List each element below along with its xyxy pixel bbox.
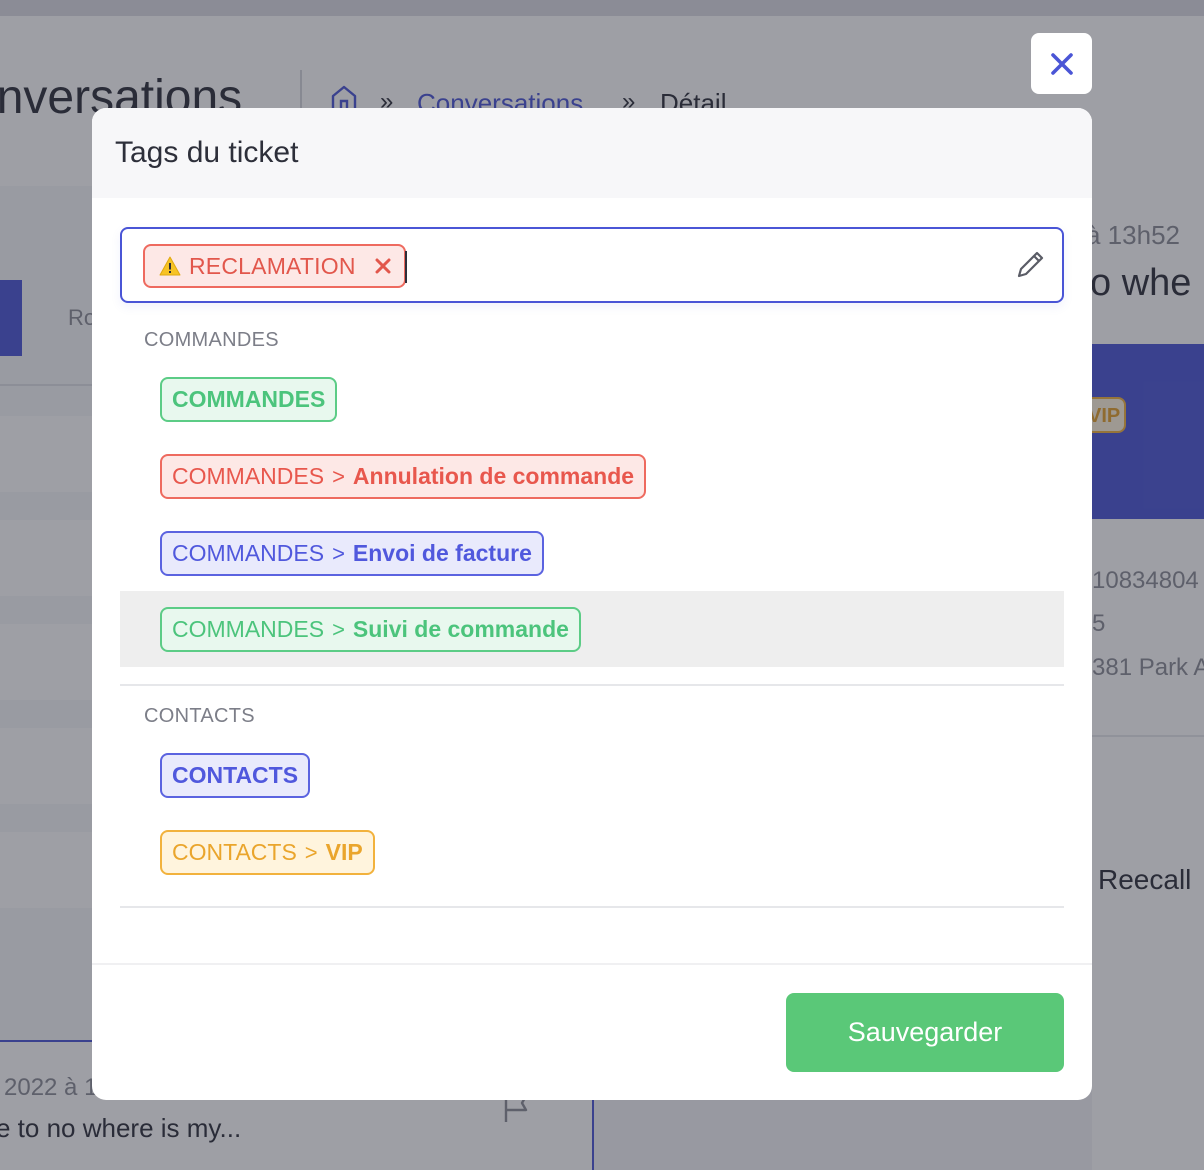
text-caret [405,251,407,283]
option-envoi-de-facture[interactable]: COMMANDES > Envoi de facture [120,515,1064,591]
tags-modal: Tags du ticket RECLAMATION COMMANDES COM… [92,108,1092,1100]
option-vip[interactable]: CONTACTS > VIP [120,814,1064,890]
tag-root: CONTACTS [172,762,299,788]
tag-chip-annulation-de-commande[interactable]: COMMANDES > Annulation de commande [160,454,647,499]
option-commandes[interactable]: COMMANDES [120,361,1064,437]
tag-chip-vip[interactable]: CONTACTS > VIP [160,830,375,875]
selected-tag-label: RECLAMATION [189,252,356,279]
footer-divider [92,963,1092,965]
chevron-right-icon: > [332,540,345,566]
tag-root: COMMANDES [172,540,325,566]
group-divider [120,906,1064,908]
close-modal-button[interactable] [1031,33,1092,94]
tag-chip-commandes[interactable]: COMMANDES [160,377,338,422]
tag-root: CONTACTS [172,839,297,865]
tag-root: COMMANDES [172,386,326,412]
modal-title: Tags du ticket [115,136,299,169]
tag-chip-contacts[interactable]: CONTACTS [160,753,311,798]
tag-child: Annulation de commande [352,463,635,489]
pencil-icon[interactable] [1014,247,1048,281]
tag-child: Suivi de commande [352,616,569,642]
group-label-contacts: CONTACTS [144,705,255,727]
save-button[interactable]: Sauvegarder [786,993,1064,1072]
option-suivi-de-commande[interactable]: COMMANDES > Suivi de commande [120,591,1064,667]
tag-search-input[interactable]: RECLAMATION [120,227,1064,303]
tag-chip-suivi-de-commande[interactable]: COMMANDES > Suivi de commande [160,607,581,652]
option-annulation-de-commande[interactable]: COMMANDES > Annulation de commande [120,438,1064,514]
modal-header: Tags du ticket [92,108,1092,198]
group-label-commandes: COMMANDES [144,329,279,351]
group-divider [120,684,1064,686]
option-contacts[interactable]: CONTACTS [120,737,1064,813]
tag-child: VIP [325,839,363,865]
warning-icon [159,256,181,276]
tag-child: Envoi de facture [352,540,532,566]
tag-root: COMMANDES [172,463,325,489]
tag-root: COMMANDES [172,616,325,642]
chevron-right-icon: > [332,463,345,489]
chevron-right-icon: > [332,616,345,642]
remove-tag-icon[interactable] [374,257,392,275]
selected-tag-chip: RECLAMATION [143,244,406,288]
close-icon [1050,52,1073,75]
chevron-right-icon: > [304,839,318,865]
tag-chip-envoi-de-facture[interactable]: COMMANDES > Envoi de facture [160,531,544,576]
